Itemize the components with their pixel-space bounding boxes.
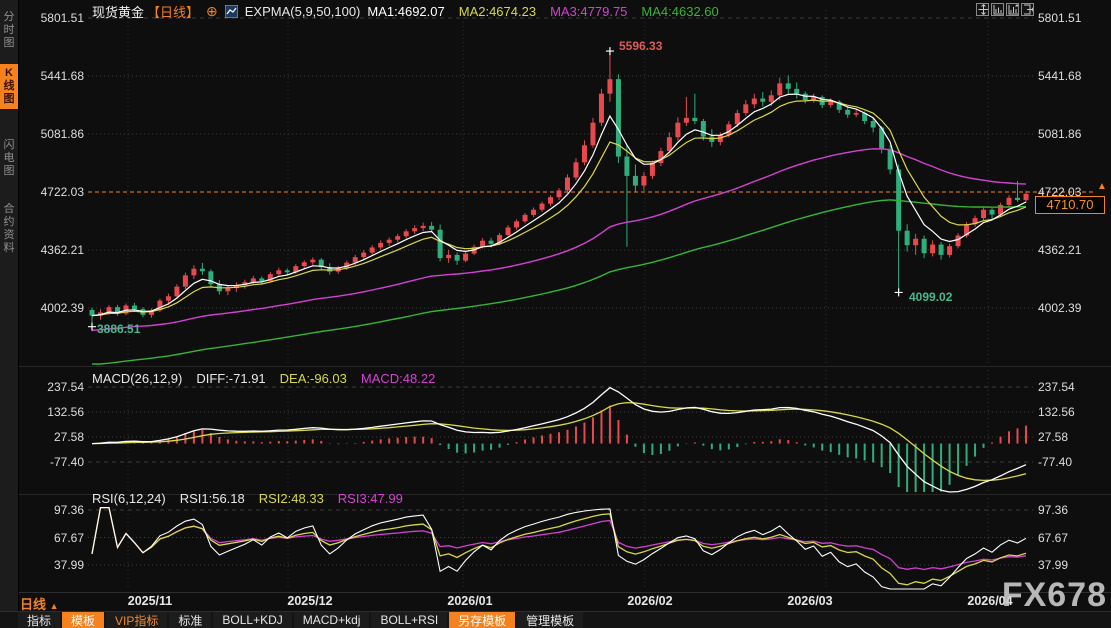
time-axis-row: 日线 ▲ 2025/112025/122026/012026/022026/03…	[0, 592, 1111, 611]
toolbar-tab-6[interactable]: MACD+kdj	[294, 612, 370, 628]
rsi-axis-label: 97.36	[18, 503, 84, 517]
price-axis-label: 4362.21	[1038, 243, 1081, 257]
price-axis-label: 4002.39	[1038, 301, 1081, 315]
macd-axis-label: 237.54	[1038, 380, 1075, 394]
sidebar: 分时图 K线图闪电图合约资料	[0, 0, 19, 611]
price-axis-label: 5801.51	[18, 11, 84, 25]
month-label: 2025/11	[115, 594, 185, 608]
sidebar-tab-1[interactable]: 分时图	[0, 8, 18, 53]
month-label: 2026/03	[775, 594, 845, 608]
low-price-annotation: 4099.02	[909, 290, 952, 304]
macd-axis-label: 27.58	[18, 430, 84, 444]
expand-chart-icon	[1007, 3, 1018, 16]
macd-hist-value: MACD:48.22	[361, 371, 435, 386]
month-label: 2026/01	[435, 594, 505, 608]
macd-axis-label: 132.56	[18, 405, 84, 419]
price-axis-label: 5081.86	[18, 127, 84, 141]
chart-header: 现货黄金【日线】 ⊕ EXPMA(5,9,50,100) MA1:4692.07…	[92, 2, 719, 20]
sidebar-tab-2[interactable]: K线图	[0, 64, 18, 109]
rsi1-value: RSI1:56.18	[180, 491, 245, 506]
rsi2-value: RSI2:48.33	[259, 491, 324, 506]
price-axis-label: 4362.21	[18, 243, 84, 257]
period-badge: 【日线】	[147, 2, 199, 21]
compress-chart-icon	[992, 3, 1003, 16]
macd-name: MACD(26,12,9)	[92, 371, 182, 386]
ma-values: MA1:4692.07 MA2:4674.23 MA3:4779.75 MA4:463…	[367, 4, 718, 19]
month-label: 2026/04	[955, 594, 1025, 608]
indicator-name: EXPMA(5,9,50,100)	[245, 4, 361, 19]
price-axis-label: 5441.68	[18, 69, 84, 83]
toolbar-tab-1[interactable]: 指标	[18, 612, 60, 628]
toolbar-tab-2[interactable]: 模板	[62, 612, 104, 628]
rsi-name: RSI(6,12,24)	[92, 491, 166, 506]
last-price-tag: 4710.70	[1035, 196, 1105, 214]
macd-axis-label: 237.54	[18, 380, 84, 394]
toolbar-tab-8[interactable]: 另存模板	[449, 612, 515, 628]
month-label: 2025/12	[275, 594, 345, 608]
toolbar-tab-3[interactable]: VIP指标	[106, 612, 167, 628]
indicator-mini-icon	[225, 5, 238, 18]
exit-right-button[interactable]	[1021, 3, 1034, 16]
rsi-axis-label: 67.67	[1038, 531, 1068, 545]
toolbar-tab-9[interactable]: 管理模板	[517, 612, 583, 628]
bottom-toolbar: 指标模板VIP指标标准BOLL+KDJMACD+kdjBOLL+RSI另存模板管…	[0, 611, 1111, 628]
price-axis-label: 5081.86	[1038, 127, 1081, 141]
ma3-header-value: MA3:4779.75	[550, 4, 627, 19]
macd-diff-value: DIFF:-71.91	[196, 371, 265, 386]
crosshair-pan-icon	[977, 3, 988, 16]
toolbar-tab-5[interactable]: BOLL+KDJ	[213, 612, 291, 628]
price-axis-label: 5441.68	[1038, 69, 1081, 83]
ma4-header-value: MA4:4632.60	[641, 4, 718, 19]
ma1-header-value: MA1:4692.07	[367, 4, 444, 19]
expand-chart-button[interactable]	[1006, 3, 1019, 16]
symbol-name: 现货黄金	[92, 2, 144, 21]
rsi-axis-label: 37.99	[18, 558, 84, 572]
toolbar-tab-4[interactable]: 标准	[169, 612, 211, 628]
rsi-label-row: RSI(6,12,24) RSI1:56.18 RSI2:48.33 RSI3:…	[92, 491, 403, 506]
toolbar-tab-7[interactable]: BOLL+RSI	[371, 612, 447, 628]
macd-axis-label: 27.58	[1038, 430, 1068, 444]
sidebar-tab-4[interactable]: 合约资料	[0, 200, 18, 258]
price-axis-label: 5801.51	[1038, 11, 1081, 25]
sidebar-tab-3[interactable]: 闪电图	[0, 136, 18, 181]
month-label: 2026/02	[615, 594, 685, 608]
macd-label-row: MACD(26,12,9) DIFF:-71.91 DEA:-96.03 MAC…	[92, 371, 435, 386]
rsi-axis-label: 97.36	[1038, 503, 1068, 517]
macd-axis-label: -77.40	[1038, 455, 1072, 469]
rsi3-value: RSI3:47.99	[338, 491, 403, 506]
macd-axis-label: 132.56	[1038, 405, 1075, 419]
add-indicator-icon[interactable]: ⊕	[206, 4, 218, 18]
rsi-axis-label: 67.67	[18, 531, 84, 545]
ma2-header-value: MA2:4674.23	[459, 4, 536, 19]
chart-toolbuttons	[976, 3, 1034, 16]
low-price-annotation: 3886.51	[97, 322, 140, 336]
price-axis-label: 4002.39	[18, 301, 84, 315]
crosshair-pan-button[interactable]	[976, 3, 989, 16]
rsi-axis-label: 37.99	[1038, 558, 1068, 572]
price-axis-label: 4722.03	[18, 185, 84, 199]
app-window: 分时图 K线图闪电图合约资料 现货黄金【日线】 ⊕ EXPMA(5,9,50,10…	[0, 0, 1111, 628]
macd-axis-label: -77.40	[18, 455, 84, 469]
exit-right-icon	[1022, 3, 1033, 16]
compress-chart-button[interactable]	[991, 3, 1004, 16]
high-price-annotation: 5596.33	[619, 39, 662, 53]
macd-dea-value: DEA:-96.03	[280, 371, 347, 386]
price-up-arrow-icon: ▲	[1097, 181, 1107, 192]
